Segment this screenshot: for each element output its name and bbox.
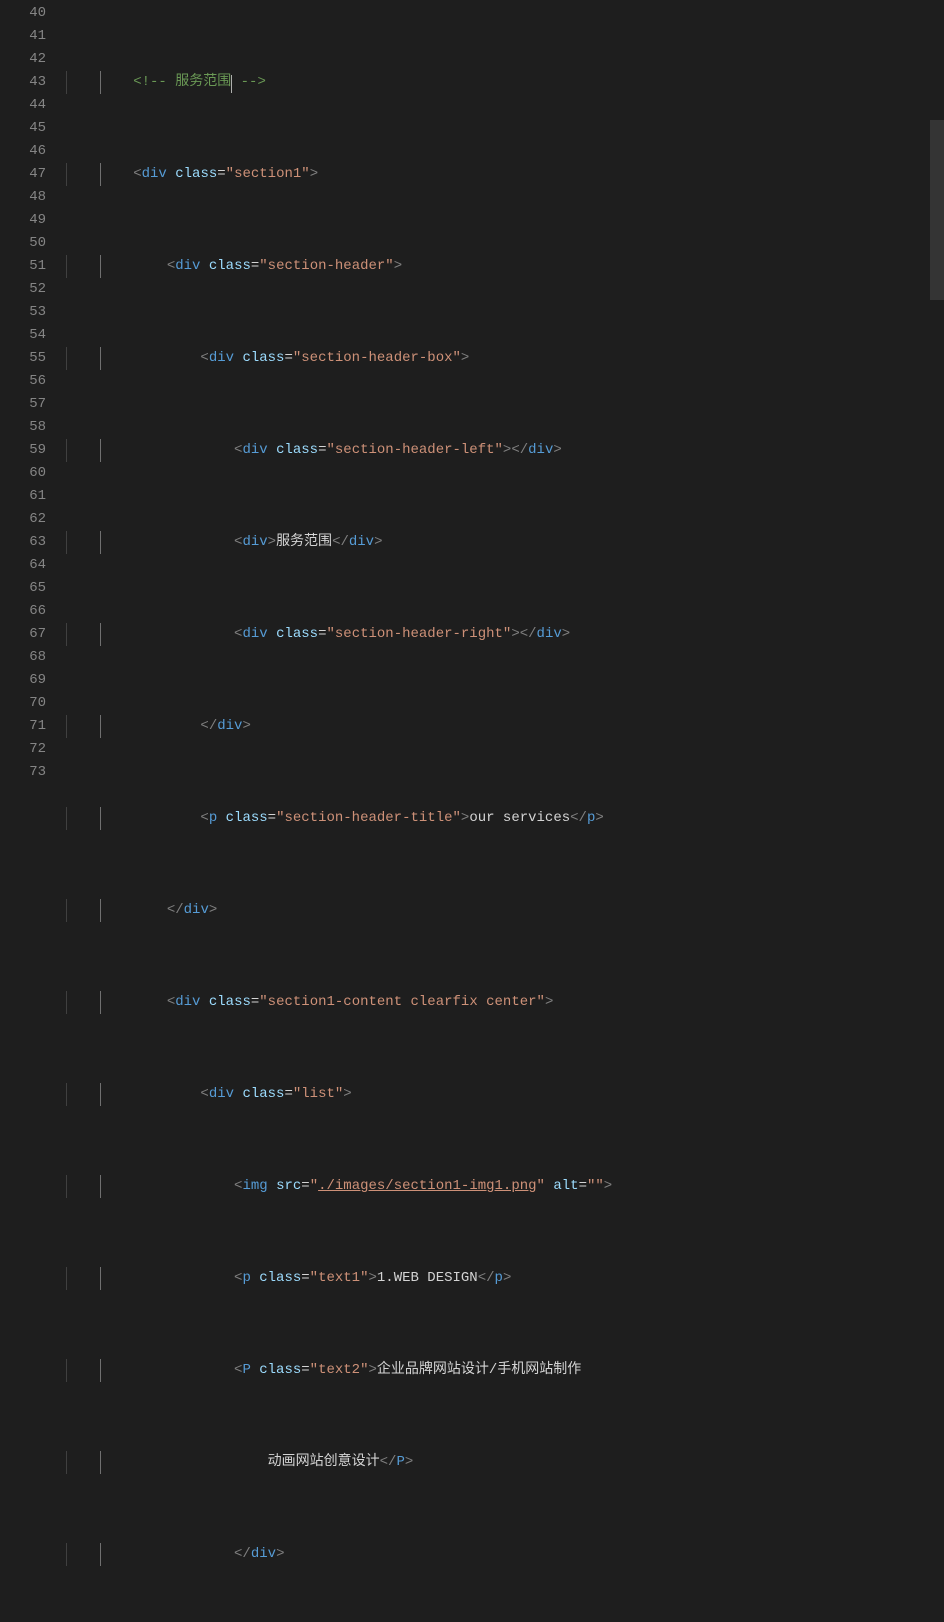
code-line[interactable]: <div class="section-header"> [66, 255, 890, 278]
code-line[interactable]: 动画网站创意设计</P> [66, 1451, 890, 1474]
code-line[interactable]: <div class="list"> [66, 1083, 890, 1106]
line-number: 48 [0, 186, 46, 209]
line-number: 68 [0, 646, 46, 669]
code-line[interactable]: <div class="section-header-left"></div> [66, 439, 890, 462]
line-number: 64 [0, 554, 46, 577]
vertical-scrollbar[interactable] [930, 0, 944, 811]
line-number: 55 [0, 347, 46, 370]
code-line[interactable]: <!-- 服务范围 --> [66, 71, 890, 94]
code-line[interactable]: </div> [66, 1543, 890, 1566]
code-line[interactable]: <img src="./images/section1-img1.png" al… [66, 1175, 890, 1198]
code-line[interactable]: </div> [66, 715, 890, 738]
line-number: 54 [0, 324, 46, 347]
minimap[interactable] [890, 0, 930, 811]
line-number: 59 [0, 439, 46, 462]
line-number: 43 [0, 71, 46, 94]
code-line[interactable]: <div class="section-header-right"></div> [66, 623, 890, 646]
code-line[interactable]: </div> [66, 899, 890, 922]
line-number: 61 [0, 485, 46, 508]
code-content[interactable]: <!-- 服务范围 --> <div class="section1"> <di… [66, 0, 890, 811]
line-number: 49 [0, 209, 46, 232]
code-line[interactable]: <p class="text1">1.WEB DESIGN</p> [66, 1267, 890, 1290]
line-number: 44 [0, 94, 46, 117]
line-number: 42 [0, 48, 46, 71]
text-cursor [231, 75, 232, 93]
line-number: 52 [0, 278, 46, 301]
line-number: 46 [0, 140, 46, 163]
scrollbar-thumb[interactable] [930, 120, 944, 300]
line-number: 71 [0, 715, 46, 738]
line-number: 62 [0, 508, 46, 531]
line-number: 70 [0, 692, 46, 715]
line-number: 40 [0, 2, 46, 25]
line-number: 41 [0, 25, 46, 48]
line-number: 73 [0, 761, 46, 784]
code-line[interactable]: <div>服务范围</div> [66, 531, 890, 554]
line-number: 50 [0, 232, 46, 255]
line-number: 57 [0, 393, 46, 416]
code-line[interactable]: <div class="section1-content clearfix ce… [66, 991, 890, 1014]
line-number: 56 [0, 370, 46, 393]
code-line[interactable]: <div class="section1"> [66, 163, 890, 186]
line-number: 45 [0, 117, 46, 140]
line-number: 66 [0, 600, 46, 623]
line-number: 58 [0, 416, 46, 439]
line-number: 67 [0, 623, 46, 646]
code-line[interactable]: <div class="section-header-box"> [66, 347, 890, 370]
code-line[interactable]: <p class="section-header-title">our serv… [66, 807, 890, 830]
line-number: 72 [0, 738, 46, 761]
line-number: 65 [0, 577, 46, 600]
code-line[interactable]: <P class="text2">企业品牌网站设计/手机网站制作 [66, 1359, 890, 1382]
line-number: 63 [0, 531, 46, 554]
line-number: 51 [0, 255, 46, 278]
line-number: 47 [0, 163, 46, 186]
line-number: 69 [0, 669, 46, 692]
line-number-gutter: 40 41 42 43 44 45 46 47 48 49 50 51 52 5… [0, 0, 66, 811]
line-number: 53 [0, 301, 46, 324]
code-editor[interactable]: 40 41 42 43 44 45 46 47 48 49 50 51 52 5… [0, 0, 944, 811]
line-number: 60 [0, 462, 46, 485]
